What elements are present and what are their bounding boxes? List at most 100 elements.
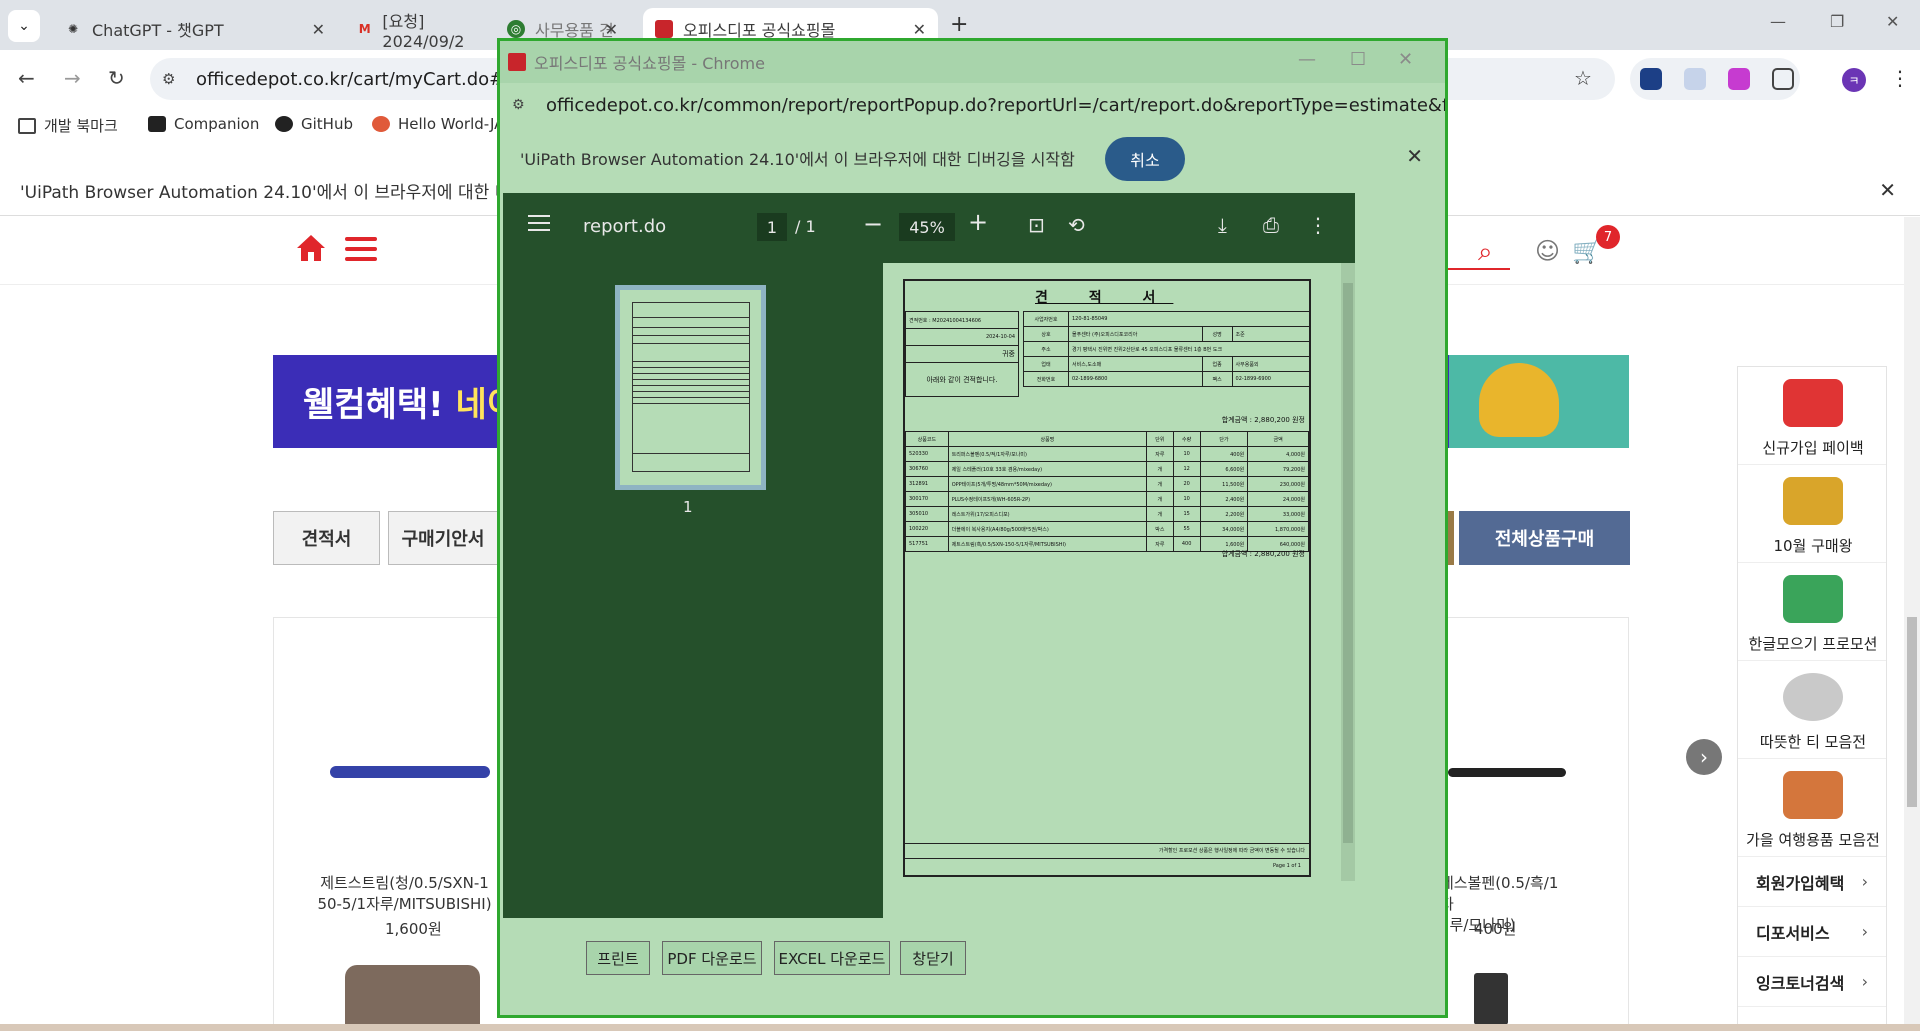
- chevron-down-icon: ⌄: [18, 18, 30, 34]
- extension-app-icon[interactable]: [1684, 68, 1706, 90]
- minimize-button[interactable]: —: [1298, 49, 1316, 70]
- product-name[interactable]: 제트스트림(청/0.5/SXN-1 50-5/1자루/MITSUBISHI): [312, 873, 497, 915]
- reload-button[interactable]: ↻: [108, 66, 125, 90]
- product-image[interactable]: [1448, 768, 1566, 777]
- minimize-button[interactable]: —: [1770, 12, 1786, 31]
- footer-total-amount: 합계금액 : 2,880,200 원정: [1221, 550, 1305, 558]
- print-button[interactable]: 프린트: [586, 941, 650, 975]
- purchase-draft-tab-button[interactable]: 구매기안서: [388, 511, 498, 565]
- cancel-debug-button[interactable]: 취소: [1105, 137, 1185, 181]
- scrollbar-thumb[interactable]: [1907, 617, 1917, 807]
- user-icon[interactable]: ☺: [1535, 237, 1560, 265]
- restore-button[interactable]: ❐: [1830, 12, 1844, 31]
- document-scrollbar[interactable]: [1341, 263, 1355, 881]
- maximize-button[interactable]: ☐: [1350, 49, 1366, 70]
- quick-item-tea[interactable]: 따뜻한 티 모음전: [1738, 661, 1886, 759]
- trophy-icon: [1783, 477, 1843, 525]
- divider: [905, 858, 1309, 859]
- home-icon[interactable]: [295, 233, 327, 263]
- forward-button[interactable]: →: [64, 66, 81, 90]
- product-image[interactable]: [330, 766, 490, 778]
- table-cell: 트리퍼스볼펜(0.5/적/1자루/모나미): [947, 446, 1148, 462]
- page-thumbnail[interactable]: [615, 285, 766, 490]
- close-icon[interactable]: ✕: [1406, 144, 1423, 168]
- page-label: Page 1 of 1: [1272, 863, 1301, 869]
- trophy-image: [1479, 363, 1559, 437]
- bookmark-label: Companion: [174, 115, 260, 133]
- print-icon[interactable]: ⎙: [1263, 213, 1279, 237]
- bookmark-label: GitHub: [301, 115, 353, 133]
- bookmark-companion[interactable]: Companion: [148, 115, 259, 133]
- items-table: 상품코드 상품명 단위 수량 단가 금액 520330 트리퍼스볼펜(0.5/적/1자루/모…: [905, 431, 1309, 552]
- zoom-in-button[interactable]: +: [968, 208, 988, 236]
- close-popup-button[interactable]: 창닫기: [900, 941, 966, 975]
- quick-link-signup-benefit[interactable]: 회원가입혜택 ›: [1738, 857, 1886, 907]
- tab-title: ChatGPT - 챗GPT: [92, 21, 224, 40]
- rotate-icon[interactable]: ⟲: [1068, 213, 1085, 237]
- back-button[interactable]: ←: [18, 66, 35, 90]
- table-cell: 400원: [1199, 446, 1249, 462]
- quick-link-ink-search[interactable]: 잉크토너검색 ›: [1738, 957, 1886, 1007]
- buy-all-button[interactable]: 전체상품구매: [1459, 511, 1630, 565]
- new-tab-button[interactable]: +: [950, 12, 968, 37]
- page-number-input[interactable]: 1: [757, 213, 787, 241]
- close-icon[interactable]: ✕: [605, 20, 618, 39]
- tab-gmail[interactable]: M [요청] 2024/09/2: [345, 8, 505, 51]
- table-cell: 15: [1172, 506, 1201, 522]
- estimate-tab-button[interactable]: 견적서: [273, 511, 380, 565]
- scrollbar-thumb[interactable]: [1343, 283, 1353, 843]
- zoom-out-button[interactable]: −: [863, 210, 883, 238]
- table-cell: 10: [1172, 446, 1201, 462]
- quick-menu: 신규가입 페이백 10월 구매왕 한글모으기 프로모션 따뜻한 티 모음전 가을…: [1737, 366, 1887, 1031]
- table-cell: 230,000원: [1247, 476, 1309, 492]
- bookmark-folder[interactable]: 개발 북마크: [18, 115, 118, 136]
- table-cell: 4,000원: [1247, 446, 1309, 462]
- browser-menu-icon[interactable]: ⋮: [1890, 66, 1910, 90]
- download-icon[interactable]: ⤓: [1218, 213, 1227, 237]
- tab-title: [요청] 2024/09/2: [382, 11, 465, 51]
- profile-avatar[interactable]: ㅋ: [1842, 68, 1866, 92]
- banner-text: 웰컴혜택! 네이: [303, 385, 519, 425]
- close-icon[interactable]: ✕: [1879, 178, 1896, 202]
- popup-titlebar: 오피스디포 공식쇼핑몰 - Chrome — ☐ ✕: [500, 41, 1445, 83]
- pdf-download-button[interactable]: PDF 다운로드: [662, 941, 762, 975]
- site-settings-icon[interactable]: ⚙: [512, 97, 525, 113]
- more-options-icon[interactable]: ⋮: [1308, 213, 1328, 237]
- quick-link-depot-service[interactable]: 디포서비스 ›: [1738, 907, 1886, 957]
- menu-icon[interactable]: [528, 215, 550, 233]
- quick-item-hangul-promo[interactable]: 한글모으기 프로모션: [1738, 563, 1886, 661]
- menu-icon[interactable]: [345, 237, 377, 263]
- bookmark-github[interactable]: GitHub: [275, 115, 353, 133]
- close-icon[interactable]: ✕: [312, 20, 325, 39]
- carousel-next-button[interactable]: ›: [1686, 739, 1722, 775]
- fit-page-icon[interactable]: ⊡: [1028, 213, 1045, 237]
- popup-address-bar[interactable]: ⚙ officedepot.co.kr/common/report/report…: [500, 83, 1445, 127]
- table-cell: 24,000원: [1247, 491, 1309, 507]
- site-settings-icon[interactable]: ⚙: [162, 70, 175, 88]
- supplier-table: 사업자번호 120-81-85049 상호 몰푸센타 (주)오피스디포코리아 성명 조준…: [1023, 311, 1312, 387]
- zoom-input[interactable]: 45%: [899, 213, 955, 241]
- search-icon[interactable]: ⌕: [1478, 237, 1493, 268]
- chevron-right-icon: ›: [1861, 922, 1868, 941]
- close-window-button[interactable]: ✕: [1886, 12, 1899, 31]
- stapler-image[interactable]: [345, 965, 480, 1025]
- bookmark-hello-world[interactable]: Hello World-JA: [372, 115, 504, 133]
- puzzle-icon[interactable]: [1772, 68, 1794, 90]
- quick-item-signup-payback[interactable]: 신규가입 페이백: [1738, 367, 1886, 465]
- folder-icon: [18, 117, 36, 134]
- close-window-button[interactable]: ✕: [1398, 49, 1413, 70]
- table-cell: 6,600원: [1199, 461, 1249, 477]
- tab-search-button[interactable]: ⌄: [8, 10, 40, 42]
- table-cell: 개: [1146, 461, 1174, 477]
- download-extension-icon[interactable]: [1728, 68, 1750, 90]
- tab-chatgpt[interactable]: ✺ ChatGPT - 챗GPT ✕: [52, 8, 337, 50]
- close-icon[interactable]: ✕: [913, 20, 926, 39]
- excel-download-button[interactable]: EXCEL 다운로드: [774, 941, 890, 975]
- extension-shield-icon[interactable]: [1640, 68, 1662, 90]
- table-cell: 2,200원: [1199, 506, 1249, 522]
- quick-item-october-king[interactable]: 10월 구매왕: [1738, 465, 1886, 563]
- product-image[interactable]: [1474, 973, 1508, 1025]
- quick-item-travel[interactable]: 가을 여행용품 모음전: [1738, 759, 1886, 857]
- bookmark-star-icon[interactable]: ☆: [1574, 66, 1592, 90]
- page-scrollbar[interactable]: [1904, 217, 1920, 1031]
